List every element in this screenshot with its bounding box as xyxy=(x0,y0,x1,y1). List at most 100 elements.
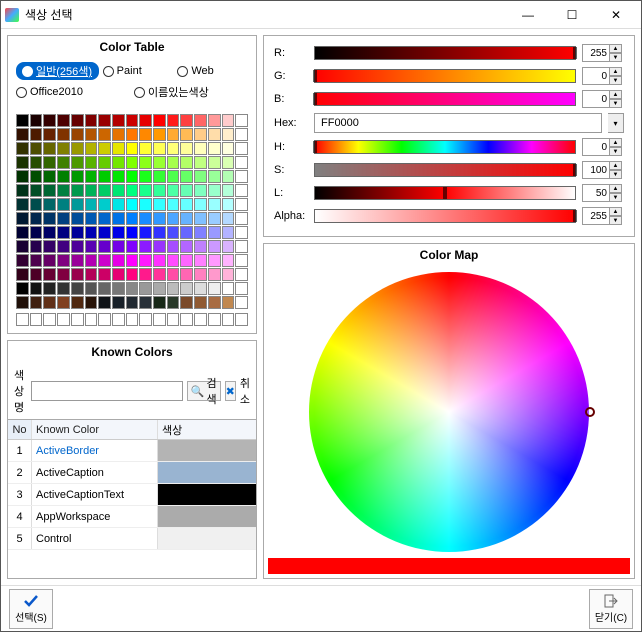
swatch[interactable] xyxy=(126,142,139,155)
alpha-slider[interactable] xyxy=(314,209,576,223)
swatch[interactable] xyxy=(139,212,152,225)
swatch[interactable] xyxy=(57,254,70,267)
swatch[interactable] xyxy=(16,226,29,239)
custom-swatch[interactable] xyxy=(153,313,166,326)
swatch[interactable] xyxy=(126,184,139,197)
swatch[interactable] xyxy=(98,282,111,295)
spin-up[interactable]: ▲ xyxy=(610,207,622,216)
swatch[interactable] xyxy=(126,282,139,295)
swatch[interactable] xyxy=(208,212,221,225)
swatch[interactable] xyxy=(153,156,166,169)
radio-Office2010[interactable]: Office2010 xyxy=(16,84,130,100)
s-value[interactable] xyxy=(582,161,610,179)
swatch[interactable] xyxy=(30,128,43,141)
swatch-empty[interactable] xyxy=(235,114,248,127)
swatch[interactable] xyxy=(126,156,139,169)
swatch[interactable] xyxy=(98,184,111,197)
swatch[interactable] xyxy=(208,296,221,309)
spin-down[interactable]: ▼ xyxy=(610,147,622,156)
swatch[interactable] xyxy=(208,170,221,183)
swatch[interactable] xyxy=(71,296,84,309)
swatch[interactable] xyxy=(167,282,180,295)
swatch[interactable] xyxy=(139,198,152,211)
swatch[interactable] xyxy=(194,198,207,211)
swatch[interactable] xyxy=(71,142,84,155)
swatch[interactable] xyxy=(85,128,98,141)
swatch[interactable] xyxy=(180,254,193,267)
swatch[interactable] xyxy=(98,240,111,253)
swatch[interactable] xyxy=(30,156,43,169)
swatch[interactable] xyxy=(43,184,56,197)
swatch[interactable] xyxy=(71,226,84,239)
swatch[interactable] xyxy=(98,226,111,239)
swatch[interactable] xyxy=(43,156,56,169)
swatch[interactable] xyxy=(98,268,111,281)
swatch[interactable] xyxy=(153,282,166,295)
swatch[interactable] xyxy=(208,282,221,295)
swatch-empty[interactable] xyxy=(235,198,248,211)
swatch[interactable] xyxy=(194,226,207,239)
close-dialog-button[interactable]: 닫기(C) xyxy=(589,589,633,629)
wheel-picker-icon[interactable] xyxy=(585,407,595,417)
table-row[interactable]: 5Control xyxy=(8,528,256,550)
b-value[interactable] xyxy=(582,90,610,108)
swatch[interactable] xyxy=(43,198,56,211)
swatch[interactable] xyxy=(167,114,180,127)
swatch[interactable] xyxy=(180,184,193,197)
swatch[interactable] xyxy=(194,142,207,155)
swatch[interactable] xyxy=(71,282,84,295)
swatch[interactable] xyxy=(43,254,56,267)
swatch[interactable] xyxy=(43,114,56,127)
swatch[interactable] xyxy=(57,184,70,197)
swatch[interactable] xyxy=(167,128,180,141)
swatch[interactable] xyxy=(57,142,70,155)
swatch[interactable] xyxy=(222,282,235,295)
r-value[interactable] xyxy=(582,44,610,62)
swatch[interactable] xyxy=(180,268,193,281)
custom-swatch[interactable] xyxy=(71,313,84,326)
custom-swatch[interactable] xyxy=(16,313,29,326)
swatch[interactable] xyxy=(153,128,166,141)
swatch[interactable] xyxy=(30,268,43,281)
swatch[interactable] xyxy=(85,170,98,183)
col-color[interactable]: 색상 xyxy=(158,420,256,439)
swatch[interactable] xyxy=(112,212,125,225)
swatch[interactable] xyxy=(71,268,84,281)
swatch[interactable] xyxy=(85,254,98,267)
swatch[interactable] xyxy=(126,114,139,127)
swatch[interactable] xyxy=(43,296,56,309)
swatch[interactable] xyxy=(208,226,221,239)
table-row[interactable]: 3ActiveCaptionText xyxy=(8,484,256,506)
swatch[interactable] xyxy=(112,226,125,239)
swatch[interactable] xyxy=(98,296,111,309)
search-cancel-button[interactable]: ✖ xyxy=(225,381,236,401)
spin-down[interactable]: ▼ xyxy=(610,99,622,108)
swatch[interactable] xyxy=(98,198,111,211)
swatch[interactable] xyxy=(126,128,139,141)
swatch[interactable] xyxy=(57,114,70,127)
swatch[interactable] xyxy=(139,142,152,155)
swatch[interactable] xyxy=(153,296,166,309)
minimize-button[interactable]: — xyxy=(507,3,549,27)
spin-up[interactable]: ▲ xyxy=(610,67,622,76)
custom-swatch[interactable] xyxy=(85,313,98,326)
swatch[interactable] xyxy=(98,156,111,169)
swatch[interactable] xyxy=(112,142,125,155)
custom-swatch[interactable] xyxy=(43,313,56,326)
swatch[interactable] xyxy=(30,282,43,295)
swatch[interactable] xyxy=(139,226,152,239)
swatch-empty[interactable] xyxy=(235,226,248,239)
swatch[interactable] xyxy=(126,240,139,253)
swatch[interactable] xyxy=(167,184,180,197)
swatch[interactable] xyxy=(85,240,98,253)
table-row[interactable]: 1ActiveBorder xyxy=(8,440,256,462)
swatch[interactable] xyxy=(222,170,235,183)
swatch[interactable] xyxy=(194,184,207,197)
swatch[interactable] xyxy=(30,170,43,183)
swatch[interactable] xyxy=(194,114,207,127)
swatch[interactable] xyxy=(208,240,221,253)
swatch[interactable] xyxy=(112,114,125,127)
swatch[interactable] xyxy=(57,170,70,183)
swatch[interactable] xyxy=(16,268,29,281)
swatch[interactable] xyxy=(98,254,111,267)
